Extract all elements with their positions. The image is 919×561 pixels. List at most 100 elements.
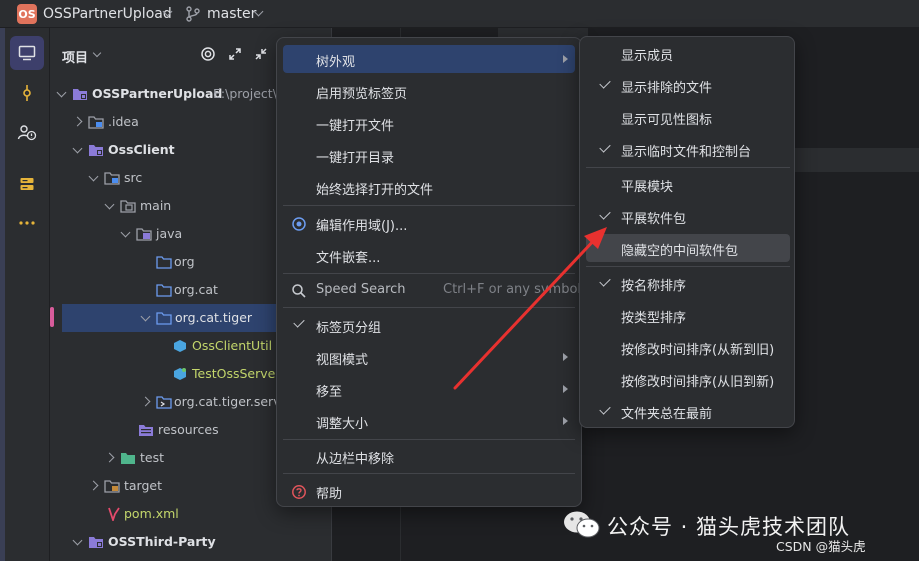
chevron-right-icon[interactable] bbox=[72, 116, 83, 127]
locate-icon[interactable] bbox=[200, 46, 216, 62]
menu-label: 文件嵌套... bbox=[316, 251, 381, 266]
menu-item-tree-appearance[interactable]: 树外观 bbox=[283, 45, 575, 73]
tree-label: main bbox=[140, 198, 172, 213]
menu-item-file-nesting[interactable]: 文件嵌套... bbox=[283, 241, 575, 269]
title-bar: OS OSSPartnerUpload master bbox=[0, 0, 919, 28]
menu-item-always-select-opened[interactable]: 始终选择打开的文件 bbox=[283, 173, 575, 201]
module-folder-icon bbox=[73, 89, 87, 100]
submenu-label: 按名称排序 bbox=[621, 279, 687, 294]
menu-item-group-tabs[interactable]: 标签页分组 bbox=[283, 311, 575, 339]
module-folder-icon bbox=[89, 145, 103, 156]
tree-path: E:\project\C bbox=[213, 86, 286, 101]
maven-icon bbox=[108, 507, 120, 521]
commit-tool-button[interactable] bbox=[10, 76, 44, 110]
project-badge[interactable]: OS bbox=[17, 4, 37, 24]
branch-name[interactable]: master bbox=[207, 6, 256, 22]
chevron-down-icon[interactable] bbox=[120, 227, 131, 238]
submenu-item[interactable]: 平展模块 bbox=[586, 170, 790, 198]
git-branch-icon[interactable] bbox=[186, 6, 200, 22]
check-icon bbox=[599, 403, 611, 415]
submenu-item[interactable]: 按修改时间排序(从新到旧) bbox=[586, 333, 790, 361]
package-icon bbox=[156, 312, 172, 325]
project-name[interactable]: OSSPartnerUpload bbox=[43, 6, 172, 22]
collapse-icon[interactable] bbox=[253, 46, 269, 62]
wechat-icon bbox=[564, 511, 600, 538]
tree-appearance-submenu: 显示成员 显示排除的文件 显示可见性图标 显示临时文件和控制台 平展模块 平展软… bbox=[579, 36, 795, 428]
submenu-item[interactable]: 显示可见性图标 bbox=[586, 103, 790, 131]
tree-label: OSSThird-Party bbox=[108, 534, 216, 549]
chevron-down-icon[interactable] bbox=[72, 143, 83, 154]
server-icon bbox=[20, 178, 34, 190]
submenu-arrow-icon bbox=[563, 353, 568, 361]
tree-label: .idea bbox=[108, 114, 139, 129]
menu-item-move-to[interactable]: 移至 bbox=[283, 375, 575, 403]
submenu-label: 按修改时间排序(从新到旧) bbox=[621, 343, 775, 358]
check-icon bbox=[599, 208, 611, 220]
chevron-down-icon[interactable] bbox=[140, 311, 151, 322]
project-tool-button[interactable] bbox=[10, 36, 44, 70]
menu-item-enable-preview-tab[interactable]: 启用预览标签页 bbox=[283, 77, 575, 105]
chevron-down-icon[interactable] bbox=[56, 87, 67, 98]
submenu-item-hide-empty-packages[interactable]: 隐藏空的中间软件包 bbox=[586, 234, 790, 262]
submenu-label: 平展模块 bbox=[621, 180, 674, 195]
services-tool-button[interactable] bbox=[10, 116, 44, 150]
menu-label: Speed Search bbox=[316, 282, 406, 297]
expand-icon[interactable] bbox=[227, 46, 243, 62]
chevron-down-icon[interactable] bbox=[104, 199, 115, 210]
menu-item-help[interactable]: 帮助 bbox=[283, 477, 575, 505]
panel-title[interactable]: 项目 bbox=[62, 47, 88, 66]
scope-icon bbox=[292, 217, 306, 231]
menu-item-open-files-single-click[interactable]: 一键打开文件 bbox=[283, 109, 575, 137]
folder-icon bbox=[88, 116, 104, 129]
submenu-item[interactable]: 显示成员 bbox=[586, 39, 790, 67]
chevron-down-icon[interactable] bbox=[72, 535, 83, 546]
more-tools-button[interactable] bbox=[10, 206, 44, 240]
class-icon bbox=[174, 340, 186, 352]
menu-item-edit-scopes[interactable]: 编辑作用域(J)... bbox=[283, 209, 575, 237]
submenu-label: 按类型排序 bbox=[621, 311, 687, 326]
chevron-down-icon[interactable] bbox=[88, 171, 99, 182]
chevron-right-icon[interactable] bbox=[88, 480, 99, 491]
search-icon bbox=[292, 284, 306, 298]
menu-item-speed-search[interactable]: Speed Search Ctrl+F or any symbol bbox=[283, 276, 581, 304]
editor-line-highlight bbox=[790, 148, 919, 172]
tree-label: target bbox=[124, 478, 163, 493]
menu-item-open-dirs-single-click[interactable]: 一键打开目录 bbox=[283, 141, 575, 169]
database-tool-button[interactable] bbox=[10, 167, 44, 201]
submenu-label: 按修改时间排序(从旧到新) bbox=[621, 375, 775, 390]
menu-separator bbox=[283, 473, 575, 474]
chevron-right-icon[interactable] bbox=[140, 396, 151, 407]
submenu-item[interactable]: 按类型排序 bbox=[586, 301, 790, 329]
menu-item-resize[interactable]: 调整大小 bbox=[283, 407, 575, 435]
source-folder-icon bbox=[104, 172, 120, 185]
java-source-folder-icon bbox=[136, 228, 152, 241]
context-menu: 树外观 启用预览标签页 一键打开文件 一键打开目录 始终选择打开的文件 编辑作用… bbox=[276, 37, 582, 507]
check-icon bbox=[599, 141, 611, 153]
menu-item-remove-from-sidebar[interactable]: 从边栏中移除 bbox=[283, 442, 575, 470]
submenu-label: 平展软件包 bbox=[621, 212, 687, 227]
menu-label: 移至 bbox=[316, 385, 343, 400]
menu-label: 帮助 bbox=[316, 487, 343, 502]
chevron-right-icon[interactable] bbox=[104, 452, 115, 463]
submenu-item[interactable]: 文件夹总在最前 bbox=[586, 397, 790, 425]
tree-label: test bbox=[140, 450, 165, 465]
submenu-label: 显示排除的文件 bbox=[621, 81, 713, 96]
submenu-label: 显示可见性图标 bbox=[621, 113, 713, 128]
submenu-item[interactable]: 平展软件包 bbox=[586, 202, 790, 230]
tree-label: resources bbox=[158, 422, 219, 437]
tree-row[interactable]: OSSThird-Party bbox=[50, 528, 332, 556]
submenu-arrow-icon bbox=[563, 417, 568, 425]
check-icon bbox=[293, 316, 305, 328]
menu-shortcut: Ctrl+F or any symbol bbox=[443, 282, 582, 297]
submenu-item[interactable]: 显示临时文件和控制台 bbox=[586, 135, 790, 163]
menu-label: 树外观 bbox=[316, 55, 356, 70]
menu-separator bbox=[283, 273, 575, 274]
submenu-item[interactable]: 显示排除的文件 bbox=[586, 71, 790, 99]
more-icon bbox=[19, 221, 35, 225]
chevron-down-icon[interactable] bbox=[92, 48, 102, 58]
menu-item-view-mode[interactable]: 视图模式 bbox=[283, 343, 575, 371]
people-icon bbox=[17, 125, 37, 141]
submenu-label: 隐藏空的中间软件包 bbox=[621, 244, 739, 259]
submenu-item[interactable]: 按名称排序 bbox=[586, 269, 790, 297]
submenu-item[interactable]: 按修改时间排序(从旧到新) bbox=[586, 365, 790, 393]
